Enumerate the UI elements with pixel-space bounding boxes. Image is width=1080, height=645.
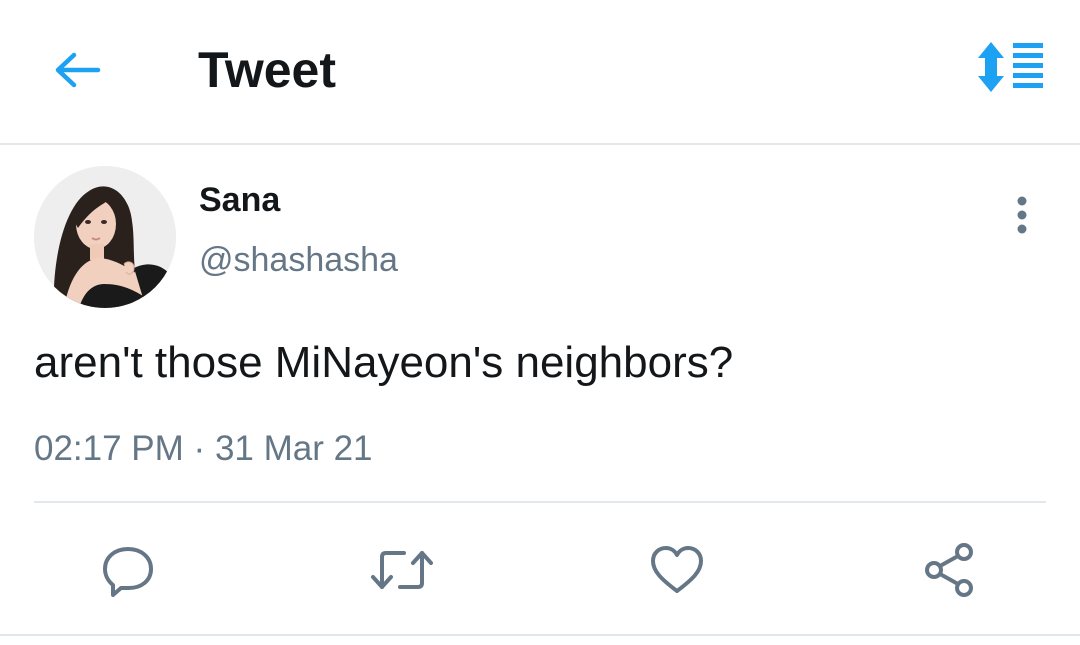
author-display-name[interactable]: Sana	[199, 178, 280, 222]
retweet-icon	[371, 551, 433, 589]
reply-icon	[103, 547, 153, 597]
page-title: Tweet	[198, 42, 336, 98]
sort-order-icon	[978, 42, 1043, 92]
heart-icon	[651, 546, 703, 593]
tweet-actions	[0, 538, 1080, 602]
author-username[interactable]: @shashasha	[199, 238, 398, 282]
reply-button[interactable]	[96, 538, 160, 602]
profile-photo	[34, 166, 176, 308]
app-header: Tweet	[0, 0, 1080, 145]
back-button[interactable]	[48, 44, 106, 96]
arrow-left-icon	[55, 52, 101, 88]
share-button[interactable]	[918, 538, 982, 602]
share-icon	[925, 543, 973, 597]
tweet-timestamp: 02:17 PM · 31 Mar 21	[34, 426, 373, 472]
more-vertical-icon	[1017, 196, 1027, 234]
tweet-text: aren't those MiNayeon's neighbors?	[34, 338, 734, 387]
retweet-button[interactable]	[370, 538, 434, 602]
more-options-button[interactable]	[1000, 188, 1044, 242]
timestamp-separator: ·	[193, 429, 206, 468]
tweet-time: 02:17 PM	[34, 429, 184, 468]
sort-button[interactable]	[974, 38, 1050, 96]
tweet-date: 31 Mar 21	[214, 429, 373, 468]
divider	[34, 501, 1046, 503]
like-button[interactable]	[645, 538, 709, 602]
divider	[0, 634, 1080, 636]
avatar[interactable]	[34, 166, 176, 308]
